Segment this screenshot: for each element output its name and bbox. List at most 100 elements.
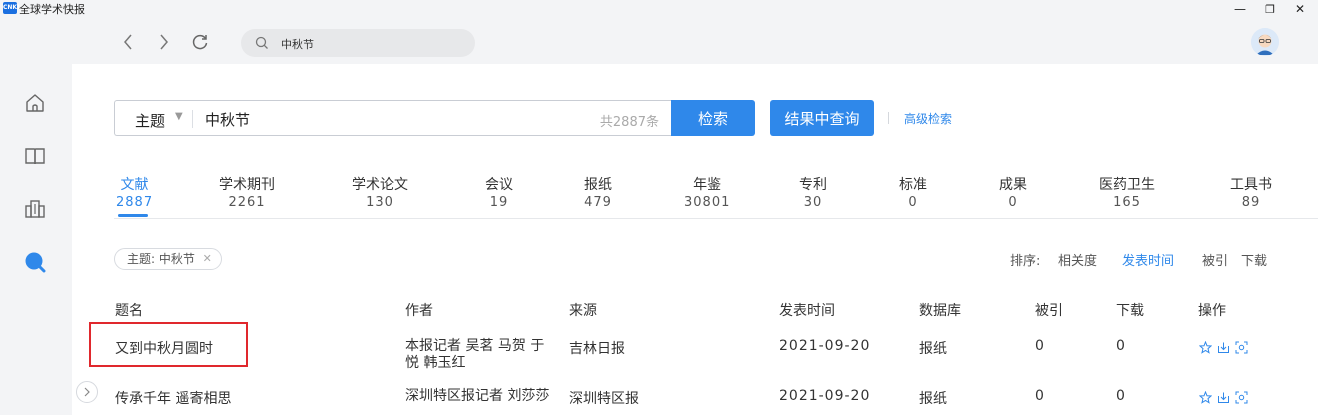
header-title[interactable]: 题名 [115, 300, 143, 320]
header-database[interactable]: 数据库 [919, 300, 961, 320]
header-author[interactable]: 作者 [405, 300, 433, 320]
tab-count: 130 [366, 195, 394, 210]
download-icon[interactable] [1216, 340, 1230, 354]
close-icon[interactable]: ✕ [203, 249, 212, 269]
tab-conferences[interactable]: 会议 19 [485, 174, 513, 210]
row-actions [1198, 340, 1248, 354]
tab-literature[interactable]: 文献 2887 [116, 174, 153, 210]
book-icon[interactable] [23, 144, 47, 168]
row-date: 2021-09-20 [779, 338, 871, 354]
tab-label: 会议 [485, 177, 513, 193]
tab-standards[interactable]: 标准 0 [899, 174, 927, 210]
tab-newspapers[interactable]: 报纸 479 [584, 174, 612, 210]
active-tab-indicator [118, 214, 148, 217]
tab-reference-books[interactable]: 工具书 89 [1230, 174, 1272, 210]
tab-count: 165 [1113, 195, 1141, 210]
tab-achievements[interactable]: 成果 0 [999, 174, 1027, 210]
field-divider [192, 110, 193, 128]
search-nav-icon[interactable] [23, 250, 47, 274]
tab-label: 医药卫生 [1099, 177, 1155, 193]
refresh-icon[interactable] [190, 32, 210, 52]
sort-cited[interactable]: 被引 [1202, 250, 1228, 269]
tab-count: 19 [489, 195, 509, 210]
tab-yearbooks[interactable]: 年鉴 30801 [684, 174, 730, 210]
filter-chip-label: 主题: 中秋节 [127, 252, 195, 266]
tab-patents[interactable]: 专利 30 [799, 174, 827, 210]
chevron-down-icon[interactable]: ▼ [175, 111, 183, 122]
read-icon[interactable] [1234, 390, 1248, 404]
search-button[interactable]: 检索 [671, 100, 755, 136]
search-input[interactable]: 中秋节 [205, 109, 250, 130]
main-panel: 主题 ▼ 中秋节 共2887条 检索 结果中查询 高级检索 文献 2887 学术… [72, 64, 1318, 415]
divider [888, 112, 889, 124]
row-actions [1198, 390, 1248, 404]
avatar[interactable] [1251, 28, 1279, 56]
tab-medical[interactable]: 医药卫生 165 [1099, 174, 1155, 210]
tab-count: 30801 [684, 195, 731, 210]
tab-label: 年鉴 [693, 177, 722, 193]
search-icon [255, 35, 269, 49]
tab-theses[interactable]: 学术论文 130 [352, 174, 408, 210]
header-cited[interactable]: 被引 [1035, 300, 1063, 320]
title-bar: CNKI 全球学术快报 — ❐ ✕ [0, 0, 1318, 18]
advanced-search-link[interactable]: 高级检索 [904, 110, 952, 127]
row-title-link[interactable]: 传承千年 遥寄相思 [115, 388, 231, 408]
back-icon[interactable] [118, 32, 138, 52]
search-box[interactable]: 主题 ▼ 中秋节 共2887条 [114, 100, 671, 136]
nav-search-text: 中秋节 [281, 38, 314, 51]
sort-relevance[interactable]: 相关度 [1058, 250, 1097, 269]
star-icon[interactable] [1198, 390, 1212, 404]
tab-count: 2261 [228, 195, 266, 210]
tab-count: 89 [1241, 195, 1261, 210]
minimize-button[interactable]: — [1228, 0, 1252, 18]
row-cited: 0 [1035, 338, 1044, 354]
row-date: 2021-09-20 [779, 388, 871, 404]
tab-journals[interactable]: 学术期刊 2261 [219, 174, 275, 210]
read-icon[interactable] [1234, 340, 1248, 354]
close-button[interactable]: ✕ [1288, 0, 1312, 18]
tab-label: 学术论文 [352, 177, 408, 193]
result-count: 共2887条 [599, 115, 659, 130]
refine-search-button[interactable]: 结果中查询 [770, 100, 874, 136]
row-author[interactable]: 本报记者 吴茗 马贺 于悦 韩玉红 [405, 338, 555, 372]
tab-label: 文献 [120, 177, 149, 193]
tab-count: 2887 [116, 195, 154, 210]
app-logo-icon: CNKI [3, 2, 19, 14]
tab-label: 学术期刊 [219, 177, 275, 193]
chevron-right-icon[interactable] [76, 381, 98, 403]
download-icon[interactable] [1216, 390, 1230, 404]
sort-downloads[interactable]: 下载 [1241, 250, 1267, 269]
header-date[interactable]: 发表时间 [779, 300, 835, 320]
tab-count: 0 [1008, 195, 1018, 210]
row-database: 报纸 [919, 391, 947, 407]
row-database: 报纸 [919, 341, 947, 357]
highlight-box [89, 322, 248, 367]
tab-label: 专利 [799, 177, 827, 193]
tab-count: 479 [584, 195, 612, 210]
filter-chip[interactable]: 主题: 中秋节 ✕ [114, 248, 222, 270]
nav-search-input[interactable]: 中秋节 [241, 29, 475, 57]
row-downloads: 0 [1116, 388, 1125, 404]
app-title: 全球学术快报 [19, 3, 85, 16]
header-source[interactable]: 来源 [569, 300, 597, 320]
divider [114, 218, 1318, 219]
nav-row: 中秋节 [72, 20, 1318, 64]
sort-publish-date[interactable]: 发表时间 [1122, 250, 1174, 269]
row-cited: 0 [1035, 388, 1044, 404]
star-icon[interactable] [1198, 340, 1212, 354]
sort-label: 排序: [1010, 254, 1041, 269]
row-source[interactable]: 吉林日报 [569, 338, 625, 358]
header-downloads[interactable]: 下载 [1116, 300, 1144, 320]
row-source[interactable]: 深圳特区报 [569, 388, 639, 408]
maximize-button[interactable]: ❐ [1258, 0, 1282, 18]
row-author[interactable]: 深圳特区报记者 刘莎莎 [405, 388, 555, 405]
home-icon[interactable] [23, 91, 47, 115]
field-select[interactable]: 主题 [135, 110, 165, 131]
header-actions: 操作 [1198, 303, 1226, 319]
tab-count: 0 [908, 195, 918, 210]
forward-icon[interactable] [154, 32, 174, 52]
tab-label: 工具书 [1230, 177, 1272, 193]
tab-label: 标准 [899, 177, 927, 193]
tab-label: 成果 [999, 177, 1027, 193]
library-icon[interactable] [23, 197, 47, 221]
